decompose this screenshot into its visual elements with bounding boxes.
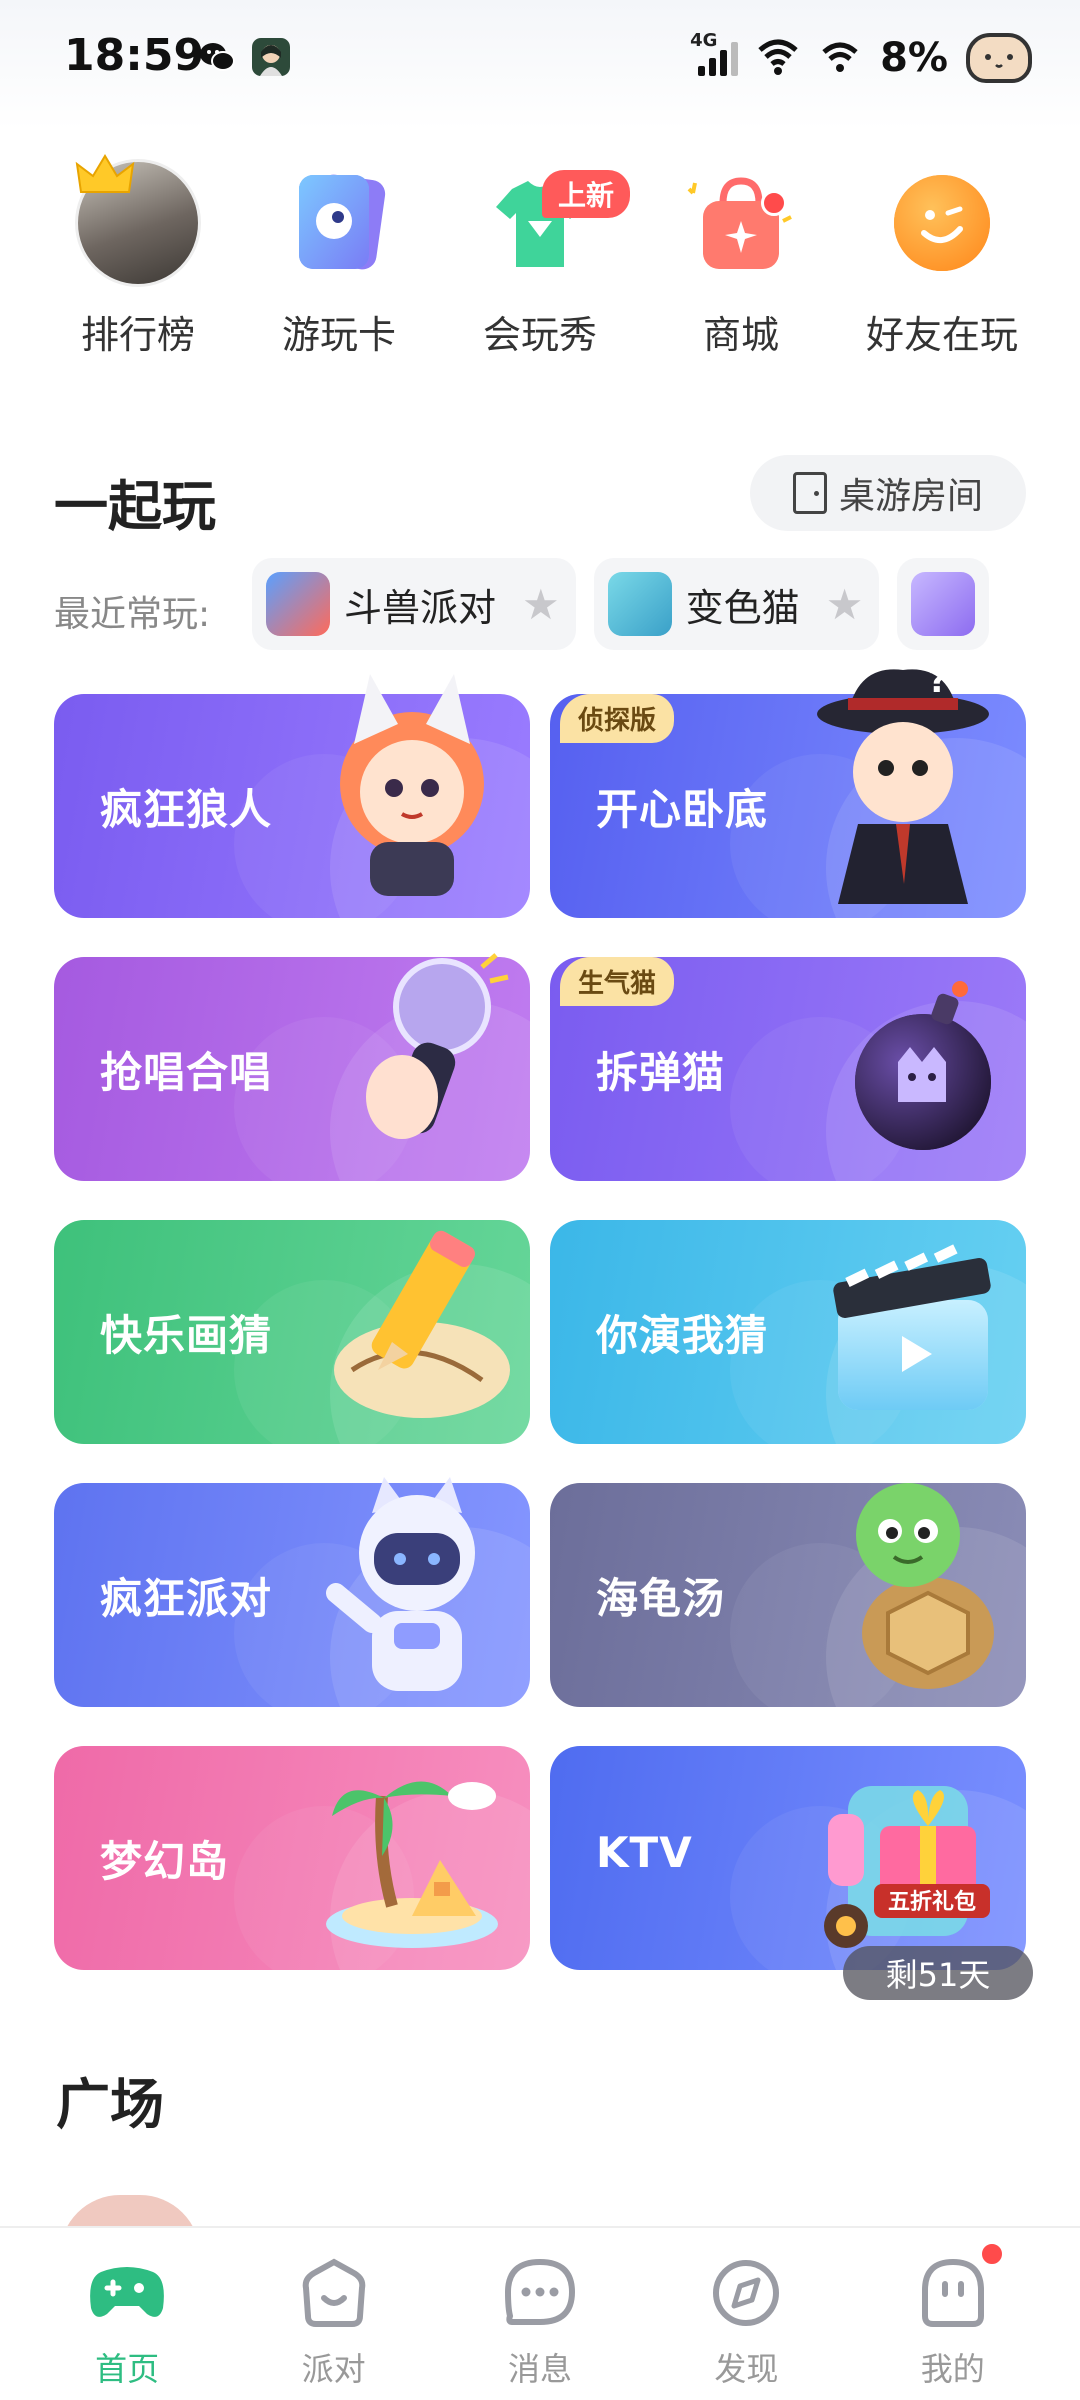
section-title-plaza: 广场	[56, 2073, 164, 2136]
shortcut-label: 排行榜	[80, 313, 195, 357]
status-bar: 18:59 4G 8%	[0, 0, 1080, 118]
game-card[interactable]: 你演我猜	[550, 1220, 1026, 1444]
profile-ghost-icon	[913, 2258, 993, 2328]
game-illustration-icon	[808, 1240, 1008, 1434]
friend-smile-icon	[879, 160, 1005, 286]
section-title-play-together: 一起玩	[54, 475, 216, 538]
notification-dot	[977, 2240, 1006, 2268]
shortcut-row: 排行榜 游玩卡 上新 会玩秀 商城 好友在玩	[40, 154, 1040, 400]
gamepad-icon	[87, 2258, 167, 2328]
recent-game-chip[interactable]: 斗兽派对 ★	[252, 558, 576, 650]
status-indicators: 4G 8%	[690, 28, 1032, 88]
nav-label: 我的	[920, 2350, 985, 2388]
ranking-avatar-icon	[75, 154, 201, 287]
game-thumbnail	[607, 572, 672, 636]
game-card[interactable]: 梦幻岛	[54, 1746, 530, 1970]
gift-label: 五折礼包	[888, 1889, 976, 1915]
game-illustration-icon	[312, 1756, 512, 1960]
compass-icon	[706, 2258, 786, 2328]
game-name: 你演我猜	[596, 1311, 769, 1360]
game-card[interactable]: 抢唱合唱	[54, 953, 530, 1181]
game-card[interactable]: 拆弹猫 生气猫	[550, 957, 1026, 1181]
shortcut-label: 好友在玩	[865, 313, 1018, 357]
star-icon[interactable]: ★	[522, 580, 560, 629]
shortcut-friends-playing[interactable]: 好友在玩	[844, 160, 1040, 400]
game-card[interactable]: KTV 五折礼包	[550, 1746, 1026, 1970]
shortcut-label: 商城	[702, 313, 779, 357]
game-card[interactable]: 快乐画猜	[54, 1220, 530, 1444]
new-badge: 上新	[541, 170, 630, 218]
game-illustration-icon	[322, 1473, 512, 1697]
notification-dot	[761, 190, 787, 216]
game-name: 开心卧底	[596, 785, 769, 834]
game-name: 疯狂狼人	[100, 785, 273, 834]
wifi-icon-2	[818, 36, 862, 80]
chat-bubble-icon	[500, 2258, 580, 2328]
shortcut-play-card[interactable]: 游玩卡	[241, 160, 437, 400]
recent-game-name: 斗兽派对	[344, 585, 497, 630]
door-icon	[792, 472, 827, 514]
game-thumbnail	[911, 572, 976, 636]
game-name: 拆弹猫	[596, 1048, 726, 1097]
recent-label: 最近常玩:	[54, 594, 211, 635]
game-illustration-icon	[332, 947, 512, 1171]
nav-messages[interactable]: 消息	[455, 2228, 625, 2400]
recent-game-chip-partial[interactable]	[897, 558, 990, 650]
star-icon[interactable]: ★	[826, 580, 864, 629]
game-illustration-icon: ?	[798, 661, 1008, 908]
wifi-icon	[756, 36, 800, 80]
game-illustration-icon	[828, 1473, 1008, 1697]
nav-party[interactable]: 派对	[249, 2228, 419, 2400]
svg-text:?: ?	[928, 664, 948, 701]
shortcut-label: 会玩秀	[482, 313, 597, 357]
bottom-nav: 首页 派对 消息 发现 我的	[0, 2226, 1080, 2400]
game-illustration-icon	[312, 1220, 512, 1434]
game-name: 抢唱合唱	[100, 1048, 273, 1097]
nav-label: 派对	[301, 2350, 366, 2388]
game-illustration-icon	[312, 664, 512, 908]
shortcut-show[interactable]: 上新 会玩秀	[442, 160, 638, 400]
game-card[interactable]: 疯狂狼人	[54, 674, 530, 918]
battery-level: 8%	[880, 35, 948, 81]
nav-label: 消息	[507, 2350, 572, 2388]
recent-game-chip[interactable]: 变色猫 ★	[593, 558, 880, 650]
game-card[interactable]: 开心卧底 侦探版?	[550, 661, 1026, 918]
recent-game-name: 变色猫	[685, 585, 800, 630]
game-thumbnail	[266, 572, 330, 636]
cat-battery-icon	[966, 33, 1032, 83]
game-card[interactable]: 疯狂派对	[54, 1477, 530, 1707]
nav-home[interactable]: 首页	[42, 2228, 212, 2400]
game-tag: 生气猫	[560, 957, 675, 1006]
shortcut-label: 游玩卡	[281, 313, 396, 357]
network-type: 4G	[690, 30, 718, 51]
party-house-icon	[294, 2258, 374, 2328]
crown-icon	[75, 154, 135, 193]
game-name: KTV	[596, 1828, 693, 1877]
nav-discover[interactable]: 发现	[661, 2228, 831, 2400]
shortcut-mall[interactable]: 商城	[643, 160, 839, 400]
wechat-icon	[198, 38, 236, 76]
status-time: 18:59	[64, 30, 205, 81]
shortcut-ranking[interactable]: 排行榜	[40, 154, 236, 400]
app-avatar-icon	[252, 38, 290, 76]
game-name: 梦幻岛	[100, 1837, 230, 1886]
board-game-room-button[interactable]: 桌游房间	[750, 455, 1026, 531]
game-card[interactable]: 海龟汤	[550, 1483, 1026, 1707]
nav-label: 发现	[714, 2350, 779, 2388]
nav-label: 首页	[95, 2350, 160, 2388]
game-illustration-icon	[838, 967, 1008, 1171]
board-game-room-label: 桌游房间	[838, 476, 983, 517]
play-card-icon	[276, 160, 402, 286]
game-name: 快乐画猜	[100, 1311, 273, 1360]
recent-games-row[interactable]: 斗兽派对 ★ 变色猫 ★	[252, 558, 1080, 650]
game-name: 疯狂派对	[100, 1574, 273, 1623]
game-tag: 侦探版	[560, 694, 675, 743]
nav-me[interactable]: 我的	[868, 2228, 1038, 2400]
shopping-bag-icon	[678, 160, 804, 286]
signal-icon: 4G	[690, 30, 739, 76]
game-name: 海龟汤	[596, 1574, 726, 1623]
game-illustration-icon: 五折礼包	[808, 1756, 1008, 1960]
promo-timer: 剩51天	[843, 1946, 1033, 2000]
